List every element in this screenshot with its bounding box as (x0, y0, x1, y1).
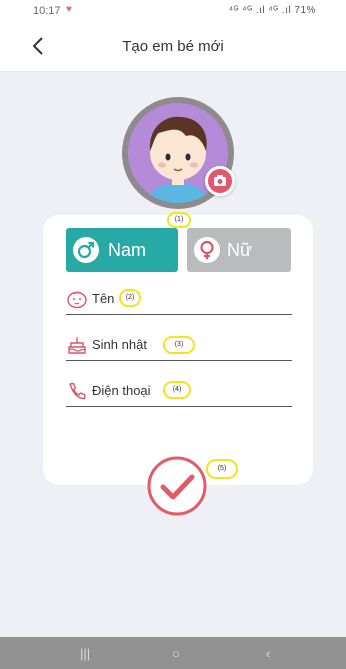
header: Tạo em bé mới (0, 22, 346, 72)
birthday-cake-icon (68, 336, 86, 354)
gender-male-label: Nam (108, 240, 147, 260)
gender-male-button[interactable]: Nam (66, 228, 178, 272)
birthday-field-label: Sinh nhật (92, 337, 147, 352)
status-signal: ⁴ᴳ ⁴ᴳ .ıl ⁴ᴳ .ıl 71% (228, 5, 316, 16)
heart-icon: ♥ (66, 4, 72, 15)
annotation-marker-3: (3) (163, 336, 195, 354)
camera-icon (208, 169, 232, 193)
back-nav-icon[interactable]: ‹ (266, 646, 270, 661)
phone-field-label: Điện thoại (92, 383, 151, 398)
checkmark-icon (147, 456, 207, 516)
system-navigation-bar: ||| ○ ‹ (0, 637, 346, 669)
gender-female-label: Nữ (227, 240, 253, 260)
annotation-marker-1: (1) (167, 212, 191, 228)
page-title: Tạo em bé mới (122, 38, 224, 55)
gender-female-button[interactable]: Nữ (187, 228, 291, 272)
male-icon (73, 237, 99, 263)
annotation-marker-4: (4) (163, 381, 191, 399)
name-field-label: Tên (92, 291, 115, 306)
baby-face-icon (67, 291, 87, 309)
phone-icon (69, 382, 86, 400)
status-time: 10:17 (33, 5, 61, 17)
home-icon[interactable]: ○ (172, 646, 180, 661)
confirm-button[interactable] (146, 455, 208, 517)
camera-button[interactable] (205, 166, 235, 196)
recent-apps-icon[interactable]: ||| (80, 646, 90, 661)
status-bar: 10:17 ♥ ⁴ᴳ ⁴ᴳ .ıl ⁴ᴳ .ıl 71% (0, 0, 346, 22)
name-field[interactable]: Tên (66, 285, 292, 315)
annotation-marker-2: (2) (119, 289, 141, 307)
female-icon (194, 237, 220, 263)
annotation-marker-5: (5) (206, 459, 238, 479)
